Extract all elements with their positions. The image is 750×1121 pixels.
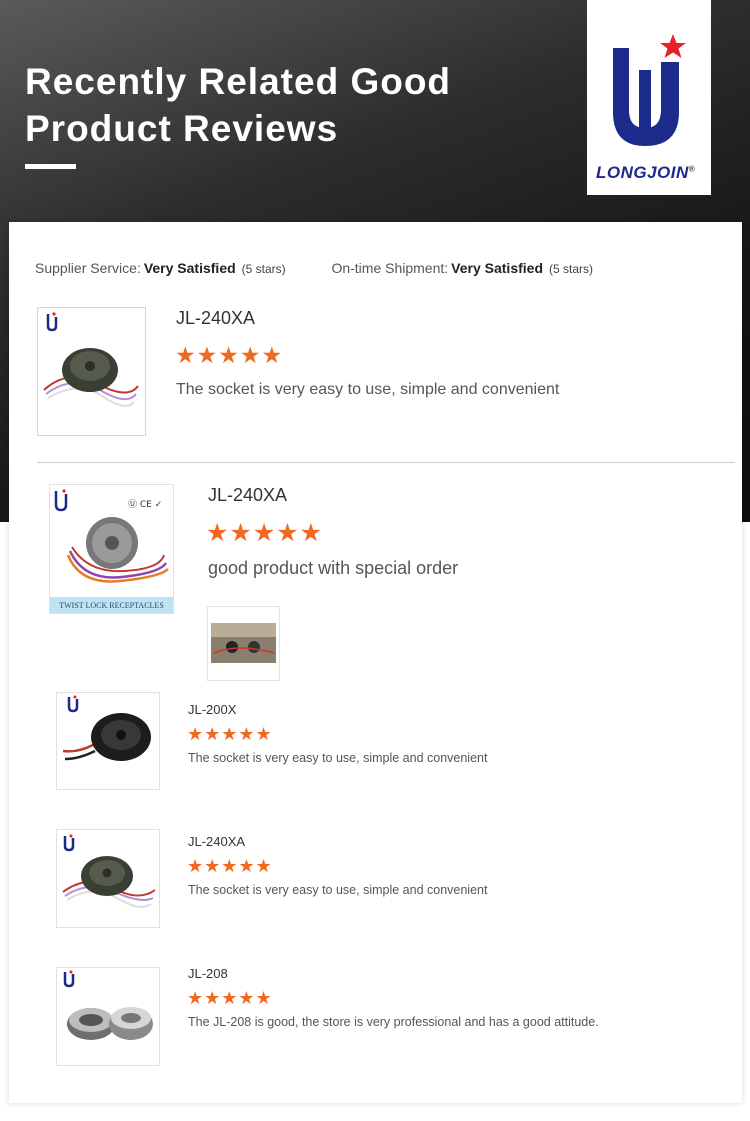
review-product-name[interactable]: JL-240XA: [188, 834, 245, 849]
product-thumbnail[interactable]: Ⓤ CE ✓: [49, 484, 174, 614]
thumbnail-caption: TWIST LOCK RECEPTACLES: [59, 601, 164, 610]
logo-wordmark: LONGJOIN®: [596, 163, 695, 183]
star-rating: ★★★★★: [187, 724, 273, 744]
socket-base-photo-icon: [63, 970, 153, 1040]
product-thumbnail[interactable]: [37, 307, 146, 436]
review-product-name[interactable]: JL-208: [188, 966, 228, 981]
shipment-value: Very Satisfied: [451, 260, 543, 276]
review-photo[interactable]: [207, 606, 280, 681]
review-product-name[interactable]: JL-240XA: [176, 308, 255, 329]
review-comment: The socket is very easy to use, simple a…: [176, 381, 560, 398]
review-comment: The socket is very easy to use, simple a…: [188, 883, 488, 897]
product-thumbnail[interactable]: [56, 967, 160, 1066]
shipment-label: On-time Shipment:: [331, 260, 449, 276]
reviews-card: Supplier Service: Very Satisfied (5 stars)…: [9, 222, 742, 1103]
star-rating: ★★★★★: [175, 342, 284, 368]
page-title-line2: Product Reviews: [25, 108, 339, 149]
product-thumbnail[interactable]: [56, 829, 160, 928]
logo-registered-mark: ®: [688, 164, 696, 174]
page-title: Recently Related Good Product Reviews: [25, 58, 545, 152]
supplier-service-value: Very Satisfied: [143, 260, 236, 276]
review-comment: The JL-208 is good, the store is very pr…: [188, 1015, 599, 1029]
socket-photo-icon: [43, 312, 139, 407]
logo-text: LONGJOIN: [596, 163, 689, 182]
title-underline: [25, 164, 76, 169]
review-divider: [37, 462, 735, 463]
star-rating: ★★★★★: [206, 519, 324, 547]
page-title-line1: Recently Related Good: [25, 61, 452, 102]
receptacle-photo-icon: Ⓤ CE ✓: [50, 489, 173, 613]
longjoin-logo-icon: [613, 34, 686, 146]
star-rating: ★★★★★: [187, 856, 273, 876]
socket-photo-icon: [62, 834, 156, 908]
review-product-name[interactable]: JL-200X: [188, 702, 236, 717]
supplier-service-label: Supplier Service:: [35, 260, 141, 276]
brand-logo: LONGJOIN®: [587, 0, 711, 195]
supplier-service-note: (5 stars): [241, 262, 286, 276]
socket-photo-icon: [62, 695, 151, 761]
review-comment: The socket is very easy to use, simple a…: [188, 751, 488, 765]
review-product-name[interactable]: JL-240XA: [208, 485, 287, 506]
svg-text:Ⓤ CE ✓: Ⓤ CE ✓: [128, 499, 162, 510]
review-comment: good product with special order: [208, 558, 459, 578]
rating-summary: Supplier Service: Very Satisfied (5 stars)…: [35, 260, 593, 276]
shipment-note: (5 stars): [549, 262, 594, 276]
star-rating: ★★★★★: [187, 988, 273, 1008]
product-thumbnail[interactable]: [56, 692, 160, 790]
customer-photo-icon: [211, 623, 276, 663]
